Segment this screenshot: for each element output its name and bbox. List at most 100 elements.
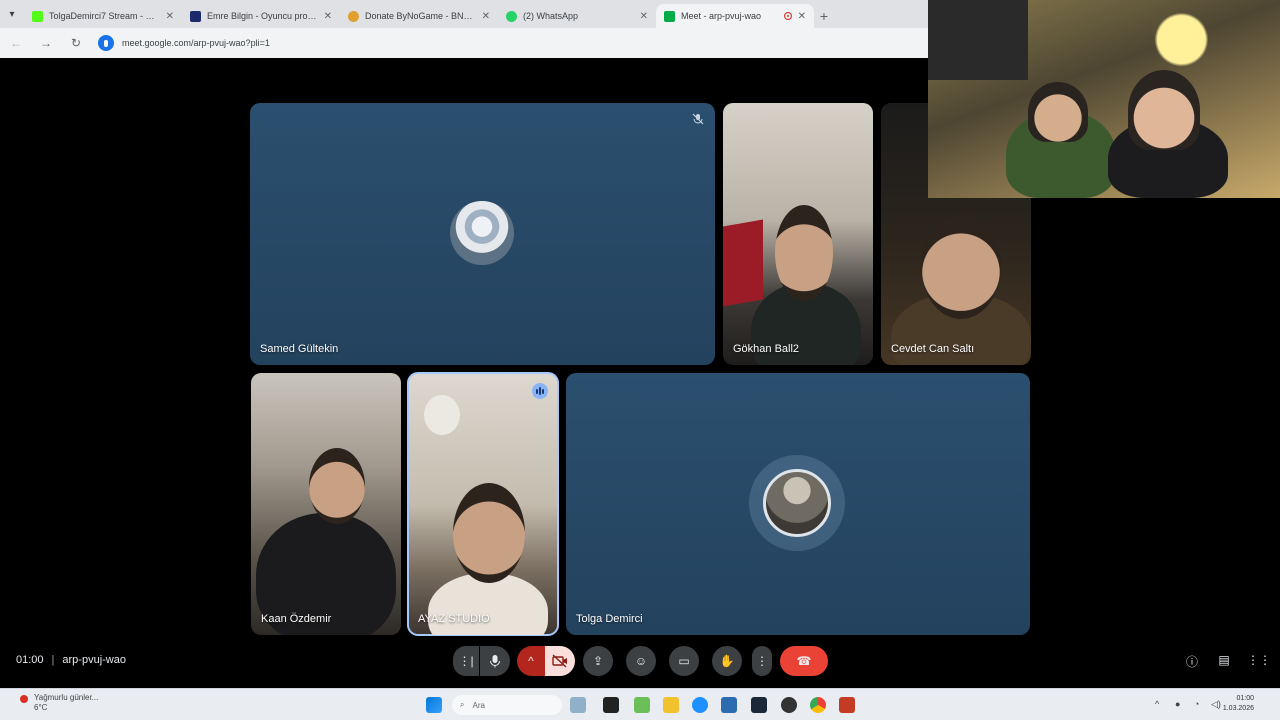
tray-mic-icon[interactable]: ● xyxy=(1175,699,1180,709)
audio-settings-button[interactable]: ⋮| xyxy=(453,646,479,676)
system-clock[interactable]: 01:00 1.03.2026 xyxy=(1223,694,1254,714)
participant-face xyxy=(775,205,833,301)
widgets-icon[interactable] xyxy=(570,697,586,713)
forward-arrow-icon[interactable]: → xyxy=(38,36,54,50)
participant-tile-gokhan[interactable]: Gökhan Ball2 xyxy=(723,103,873,365)
wall-tv-decoration xyxy=(928,0,1028,80)
edge-icon[interactable] xyxy=(692,697,708,713)
chat-icon[interactable]: ▤ xyxy=(1215,653,1233,671)
start-windows-icon[interactable] xyxy=(426,697,442,713)
tab-close-icon[interactable]: ✕ xyxy=(798,11,806,22)
participant-avatar xyxy=(450,201,514,265)
tab-title: Meet - arp-pvuj-wao xyxy=(681,11,762,21)
participant-tile-tolga[interactable]: Tolga Demirci xyxy=(566,373,1030,635)
meeting-info-icon[interactable]: ⓘ xyxy=(1183,653,1201,671)
mic-off-icon xyxy=(691,113,705,127)
kick-favicon-icon xyxy=(32,10,43,22)
reload-icon[interactable]: ↻ xyxy=(68,36,84,50)
participant-name: Gökhan Ball2 xyxy=(733,343,800,355)
search-icon: ⌕ xyxy=(460,700,465,709)
camera-options-button[interactable]: ^ xyxy=(517,646,545,676)
search-placeholder: Ara xyxy=(472,700,485,710)
whatsapp-favicon-icon xyxy=(506,10,517,22)
speaking-indicator-icon xyxy=(532,383,548,399)
reactions-button[interactable]: ☺ xyxy=(626,646,656,676)
wifi-icon[interactable]: ◔ xyxy=(1194,699,1199,709)
participant-tile-kaan[interactable]: Kaan Özdemir xyxy=(251,373,401,635)
participant-name: AYAZ STUDIO xyxy=(418,613,490,625)
present-icon: ⇪ xyxy=(592,654,604,668)
captions-icon: ▭ xyxy=(678,654,690,668)
weather-widget[interactable]: Yağmurlu günler... 6°C xyxy=(18,693,98,713)
emoji-icon: ☺ xyxy=(634,654,648,668)
clock-date: 1.03.2026 xyxy=(1222,705,1254,712)
more-vert-icon: ⋮ xyxy=(756,654,768,668)
participant-avatar xyxy=(763,469,831,537)
volume-icon[interactable]: ◁) xyxy=(1211,699,1221,710)
weather-alert-icon xyxy=(20,695,28,703)
tab-close-icon[interactable]: ✕ xyxy=(324,11,332,22)
sliders-icon: ⋮| xyxy=(458,654,474,668)
present-screen-button[interactable]: ⇪ xyxy=(583,646,613,676)
browser-tab-strip: ▾ TolgaDemirci7 Stream - Watch ✕ Emre Bi… xyxy=(0,0,928,28)
tab-whatsapp[interactable]: (2) WhatsApp ✕ xyxy=(498,4,656,28)
windows-taskbar: Yağmurlu günler... 6°C ⌕ Ara ^ ● ◔ ◁) 01… xyxy=(0,688,1280,720)
hand-icon: ✋ xyxy=(719,654,735,668)
new-tab-button[interactable]: + xyxy=(814,4,834,28)
recording-indicator-icon xyxy=(783,12,792,20)
captions-button[interactable]: ▭ xyxy=(669,646,699,676)
participant-name: Samed Gültekin xyxy=(260,343,339,355)
participant-face xyxy=(453,483,525,583)
taskbar-search[interactable]: ⌕ Ara xyxy=(452,695,562,715)
hang-up-icon: ☎ xyxy=(796,654,812,668)
streamer-left-face xyxy=(1028,82,1088,142)
participant-tile-samed[interactable]: Samed Gültekin xyxy=(250,103,715,365)
back-arrow-icon[interactable]: ← xyxy=(8,36,24,50)
obs-icon[interactable] xyxy=(781,697,797,713)
tab-close-icon[interactable]: ✕ xyxy=(166,11,174,22)
meeting-code: arp-pvuj-wao xyxy=(62,654,126,666)
chrome-icon[interactable] xyxy=(810,697,826,713)
tab-player-profile[interactable]: Emre Bilgin - Oyuncu profili 25 ✕ xyxy=(182,4,340,28)
steam-icon[interactable] xyxy=(751,697,767,713)
chevron-up-icon: ^ xyxy=(528,654,534,668)
file-explorer-icon[interactable] xyxy=(663,697,679,713)
more-options-button[interactable]: ⋮ xyxy=(752,646,772,676)
omnibox[interactable]: meet.google.com/arp-pvuj-wao?pli=1 xyxy=(98,32,270,54)
tab-donate[interactable]: Donate ByNoGame - BNG Stre ✕ xyxy=(340,4,498,28)
participant-face xyxy=(309,448,365,524)
meeting-details: 01:00 | arp-pvuj-wao xyxy=(16,654,126,666)
tab-close-icon[interactable]: ✕ xyxy=(482,11,490,22)
tray-expand-icon[interactable]: ^ xyxy=(1155,699,1159,709)
clock-time: 01:00 xyxy=(1236,695,1254,702)
leave-call-button[interactable]: ☎ xyxy=(780,646,828,676)
weather-title: Yağmurlu günler... xyxy=(34,693,99,702)
meeting-clock: 01:00 xyxy=(16,654,44,666)
tab-close-icon[interactable]: ✕ xyxy=(640,11,648,22)
camera-off-button[interactable] xyxy=(545,646,575,676)
activities-icon[interactable]: ⋮⋮ xyxy=(1247,653,1271,671)
participant-face xyxy=(921,215,1001,319)
tab-title: TolgaDemirci7 Stream - Watch xyxy=(49,11,160,21)
address-bar: ← → ↻ meet.google.com/arp-pvuj-wao?pli=1 xyxy=(0,28,928,58)
task-view-icon[interactable] xyxy=(603,697,619,713)
streamer-right-face xyxy=(1128,70,1200,150)
microphone-button[interactable] xyxy=(480,646,510,676)
bynogame-favicon-icon xyxy=(348,10,359,22)
tab-kick-stream[interactable]: TolgaDemirci7 Stream - Watch ✕ xyxy=(24,4,182,28)
tab-title: Emre Bilgin - Oyuncu profili 25 xyxy=(207,11,318,21)
tab-title: Donate ByNoGame - BNG Stre xyxy=(365,11,476,21)
participant-name: Kaan Özdemir xyxy=(261,613,332,625)
participant-tile-ayaz[interactable]: AYAZ STUDIO xyxy=(407,372,559,636)
camera-off-icon xyxy=(552,654,567,668)
url-text[interactable]: meet.google.com/arp-pvuj-wao?pli=1 xyxy=(122,38,270,48)
tab-meet[interactable]: Meet - arp-pvuj-wao ✕ xyxy=(656,4,814,28)
tab-search-icon[interactable]: ▾ xyxy=(0,0,24,28)
microphone-permission-icon[interactable] xyxy=(98,35,114,51)
tab-title: (2) WhatsApp xyxy=(523,11,579,21)
raise-hand-button[interactable]: ✋ xyxy=(712,646,742,676)
store-icon[interactable] xyxy=(721,697,737,713)
app-icon[interactable] xyxy=(634,697,650,713)
weather-temp: 6°C xyxy=(34,703,48,712)
game-app-icon[interactable] xyxy=(839,697,855,713)
